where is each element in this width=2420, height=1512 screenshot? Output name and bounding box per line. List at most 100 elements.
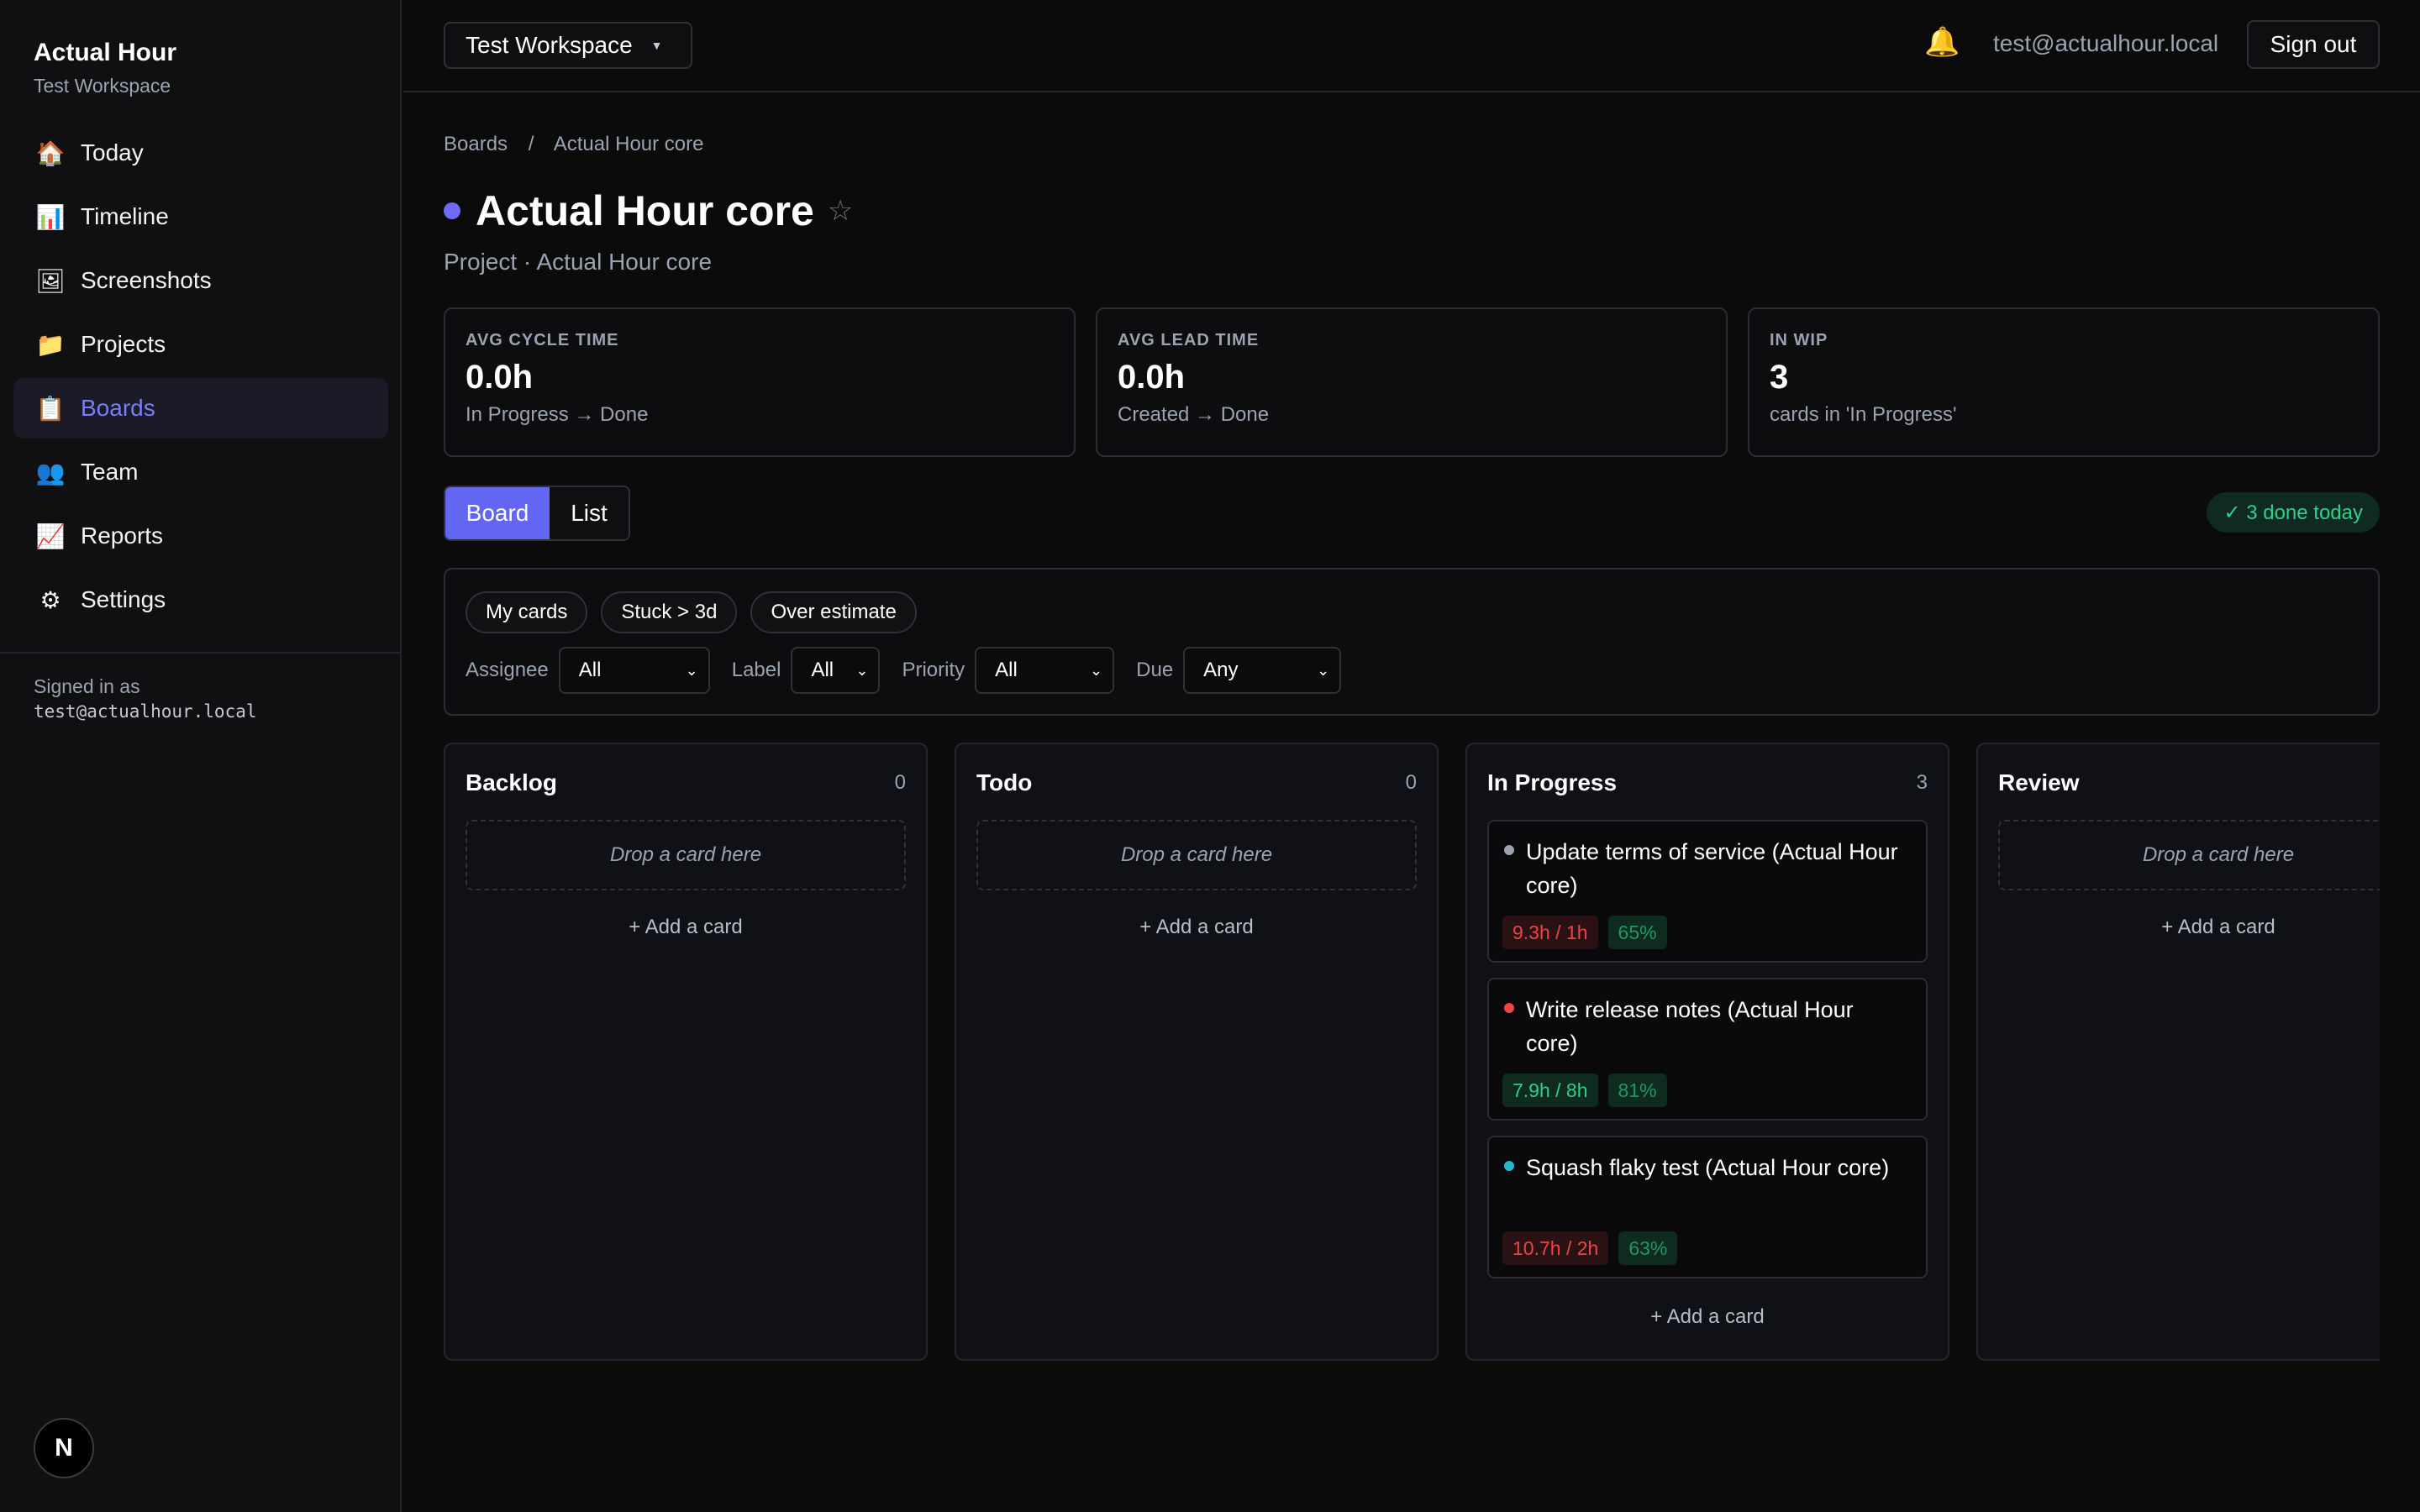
sidebar-item-projects[interactable]: 📁 Projects	[13, 314, 388, 375]
user-email: test@actualhour.local	[1993, 30, 2219, 56]
quick-filter-chips: My cards Stuck > 3d Over estimate	[466, 591, 917, 633]
add-card-button[interactable]: + Add a card	[466, 916, 906, 939]
clipboard-icon: 📋	[35, 395, 66, 422]
card-title: Squash flaky test (Actual Hour core)	[1526, 1155, 1890, 1180]
top-bar: Test Workspace ▼ 🔔 test@actualhour.local…	[403, 0, 2420, 92]
column-header: Review	[1998, 769, 2380, 796]
chip-over-estimate[interactable]: Over estimate	[750, 591, 917, 633]
priority-dot	[1504, 1003, 1514, 1013]
time-tracked-badge: 10.7h / 2h	[1502, 1231, 1609, 1265]
signed-in-email: test@actualhour.local	[34, 701, 257, 722]
stat-sub: Created → Done	[1118, 403, 1270, 426]
bell-icon[interactable]: 🔔	[1924, 25, 1960, 59]
percent-badge: 63%	[1618, 1231, 1678, 1265]
stat-card-cycle-time: AVG CYCLE TIME 0.0h In Progress → Done	[444, 307, 1076, 457]
stat-value: 0.0h	[1118, 359, 1186, 396]
people-icon: 👥	[35, 459, 66, 486]
picture-icon: 🖼	[35, 267, 66, 294]
title-row: Actual Hour core ☆	[444, 186, 853, 235]
chevron-down-icon: ⌄	[1317, 661, 1330, 679]
column-title: Todo	[976, 769, 1033, 795]
kanban-board: Backlog 0 Drop a card here + Add a card …	[444, 743, 2380, 1361]
app-title: Actual Hour	[34, 39, 177, 66]
stats-row: AVG CYCLE TIME 0.0h In Progress → Done A…	[444, 307, 2380, 457]
label-select-value: All	[811, 659, 834, 681]
star-icon[interactable]: ☆	[828, 194, 853, 228]
assignee-select-value: All	[578, 659, 602, 681]
add-card-button[interactable]: + Add a card	[1487, 1305, 1928, 1329]
percent-badge: 65%	[1607, 916, 1667, 949]
list-view-button[interactable]: List	[550, 487, 629, 539]
card-tags: 10.7h / 2h 63%	[1502, 1231, 1678, 1265]
sidebar-item-team[interactable]: 👥 Team	[13, 442, 388, 502]
priority-select[interactable]: All ⌄	[975, 647, 1115, 694]
column-todo: Todo 0 Drop a card here + Add a card	[955, 743, 1439, 1361]
card-title: Update terms of service (Actual Hour cor…	[1526, 839, 1898, 898]
signed-in-label: Signed in as	[34, 675, 140, 697]
column-count: 3	[1916, 771, 1928, 794]
brand: Actual Hour Test Workspace	[34, 37, 176, 97]
column-title: Backlog	[466, 769, 557, 795]
page-title: Actual Hour core	[476, 187, 814, 234]
due-select[interactable]: Any ⌄	[1183, 647, 1342, 694]
chip-stuck[interactable]: Stuck > 3d	[601, 591, 738, 633]
add-card-button[interactable]: + Add a card	[976, 916, 1417, 939]
chip-my-cards[interactable]: My cards	[466, 591, 588, 633]
column-title: Review	[1998, 769, 2080, 795]
percent-badge: 81%	[1607, 1074, 1667, 1107]
breadcrumb-current: Actual Hour core	[553, 133, 704, 155]
signed-in-info: Signed in as test@actualhour.local	[34, 674, 257, 724]
priority-select-value: All	[995, 659, 1018, 681]
column-header: Backlog 0	[466, 769, 906, 796]
column-in-progress: In Progress 3 Update terms of service (A…	[1465, 743, 1949, 1361]
chevron-down-icon: ⌄	[685, 661, 698, 679]
breadcrumb-boards-link[interactable]: Boards	[444, 133, 508, 155]
board-view-button[interactable]: Board	[445, 487, 550, 539]
column-header: In Progress 3	[1487, 769, 1928, 796]
workspace-name: Test Workspace	[34, 75, 171, 97]
sidebar-item-settings[interactable]: ⚙ Settings	[13, 570, 388, 630]
sidebar-item-timeline[interactable]: 📊 Timeline	[13, 186, 388, 247]
sidebar-item-boards[interactable]: 📋 Boards	[13, 378, 388, 438]
sidebar-item-label: Projects	[81, 331, 166, 357]
kanban-card[interactable]: Write release notes (Actual Hour core) 7…	[1487, 978, 1928, 1121]
stat-card-wip: IN WIP 3 cards in 'In Progress'	[1748, 307, 2380, 457]
sidebar-item-today[interactable]: 🏠 Today	[13, 123, 388, 183]
folder-icon: 📁	[35, 331, 66, 358]
drop-zone[interactable]: Drop a card here	[466, 820, 906, 890]
sidebar-item-label: Team	[81, 459, 139, 485]
caret-down-icon: ▼	[650, 39, 663, 52]
kanban-card[interactable]: Update terms of service (Actual Hour cor…	[1487, 820, 1928, 963]
time-tracked-badge: 7.9h / 8h	[1502, 1074, 1598, 1107]
drop-zone[interactable]: Drop a card here	[1998, 820, 2380, 890]
due-label: Due	[1136, 659, 1174, 681]
house-icon: 🏠	[35, 139, 66, 166]
sidebar-item-screenshots[interactable]: 🖼 Screenshots	[13, 250, 388, 311]
assignee-select[interactable]: All ⌄	[558, 647, 710, 694]
chevron-down-icon: ⌄	[1090, 661, 1103, 679]
column-backlog: Backlog 0 Drop a card here + Add a card	[444, 743, 928, 1361]
n-logo-badge[interactable]: N	[34, 1418, 94, 1478]
filters-panel: My cards Stuck > 3d Over estimate Assign…	[444, 568, 2380, 716]
priority-dot	[1504, 845, 1514, 855]
label-label: Label	[731, 659, 781, 681]
label-select[interactable]: All ⌄	[791, 647, 881, 694]
card-title: Write release notes (Actual Hour core)	[1526, 997, 1854, 1056]
workspace-select[interactable]: Test Workspace ▼	[444, 22, 692, 69]
sidebar-item-label: Today	[81, 139, 144, 165]
sign-out-button[interactable]: Sign out	[2247, 20, 2380, 69]
chevron-down-icon: ⌄	[855, 661, 869, 679]
stat-label: AVG CYCLE TIME	[466, 331, 619, 349]
filter-selects-row: Assignee All ⌄ Label All ⌄ Priority All …	[466, 647, 1363, 694]
sidebar-item-label: Reports	[81, 522, 164, 549]
stat-label: AVG LEAD TIME	[1118, 331, 1260, 349]
sidebar-item-reports[interactable]: 📈 Reports	[13, 506, 388, 566]
view-toggle: Board List	[444, 486, 630, 541]
sidebar-nav: 🏠 Today 📊 Timeline 🖼 Screenshots 📁 Proje…	[13, 123, 388, 633]
bar-chart-icon: 📊	[35, 203, 66, 230]
breadcrumb-separator: /	[528, 133, 534, 155]
gear-icon: ⚙	[39, 586, 61, 613]
kanban-card[interactable]: Squash flaky test (Actual Hour core) 10.…	[1487, 1136, 1928, 1278]
drop-zone[interactable]: Drop a card here	[976, 820, 1417, 890]
add-card-button[interactable]: + Add a card	[1998, 916, 2380, 939]
